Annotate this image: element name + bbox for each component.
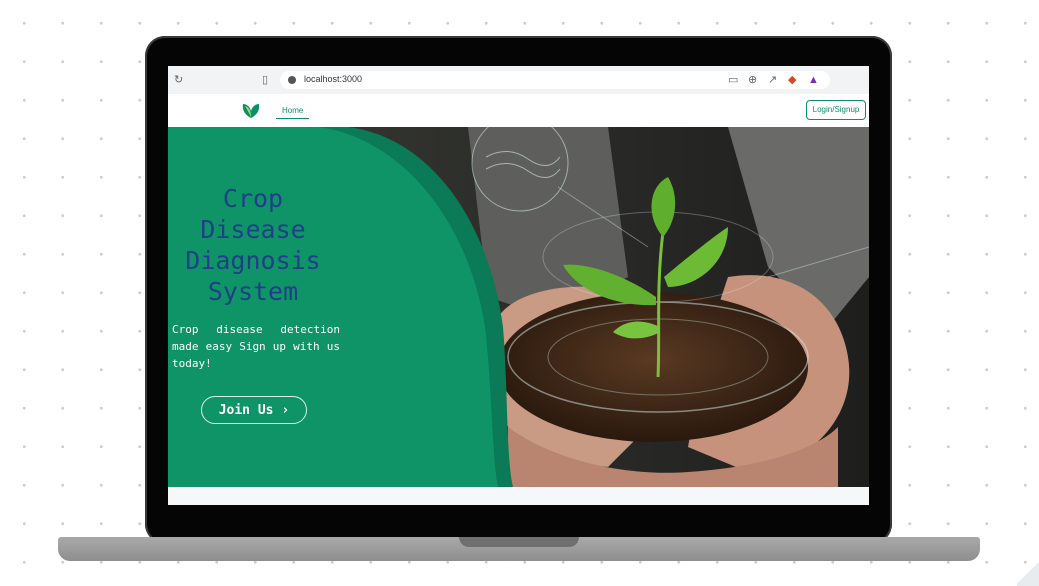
logo-icon[interactable] (241, 101, 261, 119)
browser-toolbar: ↻ ▯ localhost:3000 ▭ ⊕ ↗ ◆ ▲ (168, 66, 869, 94)
page-footer-strip (168, 487, 869, 505)
hero-title-line: Crop (222, 184, 284, 213)
share-icon[interactable]: ↗ (768, 73, 777, 87)
bookmark-icon[interactable]: ▯ (262, 73, 268, 87)
join-us-button[interactable]: Join Us › (201, 396, 307, 424)
hero-section: Crop Disease Diagnosis System Crop disea… (168, 127, 869, 487)
hero-title-line: Diagnosis (185, 246, 321, 275)
site-info-icon[interactable] (288, 76, 296, 84)
site-navbar: Home Login/Signup (168, 94, 869, 127)
url-text[interactable]: localhost:3000 (304, 74, 362, 84)
hero-title: Crop Disease Diagnosis System (168, 183, 338, 307)
cast-icon[interactable]: ▭ (728, 73, 738, 87)
reload-icon[interactable]: ↻ (174, 73, 183, 87)
hero-title-line: Disease (200, 215, 306, 244)
zoom-icon[interactable]: ⊕ (748, 73, 757, 87)
laptop-notch (459, 537, 579, 547)
browser-screen: ↻ ▯ localhost:3000 ▭ ⊕ ↗ ◆ ▲ Home Login/… (168, 66, 869, 505)
login-signup-button[interactable]: Login/Signup (806, 100, 866, 120)
join-us-label: Join Us (218, 402, 274, 418)
brave-shield-icon[interactable]: ◆ (788, 73, 796, 87)
page-curl (1017, 560, 1039, 586)
green-panel (168, 127, 513, 487)
brave-rewards-icon[interactable]: ▲ (808, 73, 819, 87)
hero-subtitle: Crop disease detection made easy Sign up… (172, 323, 340, 370)
hero-title-line: System (207, 277, 299, 306)
nav-home-link[interactable]: Home (276, 103, 310, 119)
chevron-right-icon: › (281, 402, 290, 418)
address-bar[interactable]: localhost:3000 ▭ ⊕ ↗ ◆ ▲ (280, 71, 830, 89)
